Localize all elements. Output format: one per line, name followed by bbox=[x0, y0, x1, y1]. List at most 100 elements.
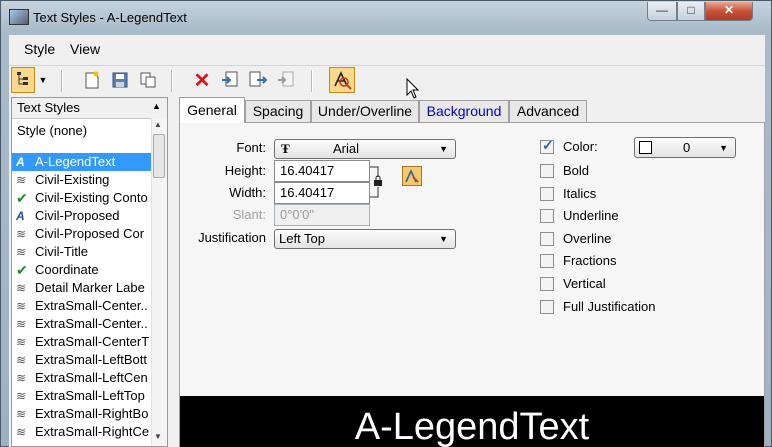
layers-icon: ≋ bbox=[16, 389, 27, 403]
list-item-label: Civil-Proposed Cor bbox=[35, 226, 145, 241]
save-button[interactable] bbox=[107, 67, 133, 93]
option-checkbox[interactable] bbox=[540, 299, 554, 314]
list-item[interactable]: ≋ Detail Marker Labe bbox=[12, 279, 152, 297]
tab-strip: General Spacing Under/Overline Backgroun… bbox=[179, 97, 769, 123]
slant-label: Slant: bbox=[232, 207, 266, 222]
match-text-button[interactable] bbox=[329, 67, 355, 93]
list-item[interactable]: ≋ Civil-Title bbox=[12, 243, 152, 261]
list-item[interactable]: ≋ ExtraSmall-LeftCen bbox=[12, 369, 152, 387]
tab-general[interactable]: General bbox=[179, 97, 245, 123]
layers-icon: ≋ bbox=[16, 281, 27, 295]
list-item[interactable]: ✔ Coordinate bbox=[12, 261, 152, 279]
list-item[interactable]: A A-LegendText bbox=[12, 153, 152, 171]
close-button[interactable]: ✕ bbox=[705, 2, 753, 21]
menu-view[interactable]: View bbox=[70, 41, 100, 57]
color-label: Color: bbox=[563, 139, 598, 154]
color-value: 0 bbox=[683, 140, 691, 155]
checkmark-icon: ✔ bbox=[16, 262, 28, 278]
list-item[interactable]: A Civil-Proposed bbox=[12, 207, 152, 225]
list-item-label: Civil-Title bbox=[35, 244, 88, 259]
option-label: Overline bbox=[563, 230, 612, 246]
list-item[interactable]: ≋ ExtraSmall-Center.. bbox=[12, 297, 152, 315]
match-size-icon bbox=[405, 169, 419, 183]
list-item-label: Civil-Existing Conto bbox=[35, 190, 148, 205]
layers-icon: ≋ bbox=[16, 407, 27, 421]
height-field[interactable]: 16.40417 bbox=[274, 160, 370, 182]
option-checkbox[interactable] bbox=[540, 186, 554, 201]
scroll-thumb[interactable] bbox=[153, 134, 165, 178]
option-checkbox[interactable] bbox=[540, 209, 554, 224]
layers-icon: ≋ bbox=[16, 425, 27, 439]
menu-style[interactable]: Style bbox=[24, 41, 55, 57]
layers-icon: ≋ bbox=[16, 245, 27, 259]
tab-under-overline[interactable]: Under/Overline bbox=[311, 100, 419, 122]
tree-icon bbox=[17, 72, 28, 85]
chevron-down-icon: ▼ bbox=[439, 144, 448, 154]
tab-spacing[interactable]: Spacing bbox=[245, 100, 311, 122]
list-item[interactable]: ≋ ExtraSmall-RightBo bbox=[12, 405, 152, 423]
layers-icon: ≋ bbox=[16, 227, 27, 241]
delete-icon: ✕ bbox=[193, 69, 211, 92]
text-style-icon: A bbox=[16, 155, 25, 169]
app-icon bbox=[9, 9, 29, 25]
option-checkbox[interactable] bbox=[540, 164, 554, 178]
list-item[interactable]: ✔ Civil-Existing Conto bbox=[12, 189, 152, 207]
new-style-button[interactable] bbox=[79, 67, 105, 93]
list-item[interactable]: ≋ ExtraSmall-LeftBott bbox=[12, 351, 152, 369]
list-item[interactable]: ≋ Civil-Existing bbox=[12, 171, 152, 189]
match-size-button[interactable] bbox=[402, 166, 422, 186]
color-dropdown[interactable]: 0 ▼ bbox=[634, 137, 736, 158]
list-item[interactable]: ≋ ExtraSmall-RightCe bbox=[12, 423, 152, 441]
window-title: Text Styles - A-LegendText bbox=[33, 10, 187, 25]
truetype-font-icon: Ŧ bbox=[281, 141, 290, 156]
preview-area: A-LegendText bbox=[180, 396, 764, 447]
font-dropdown[interactable]: Ŧ Arial ▼ bbox=[274, 139, 456, 159]
delete-button[interactable]: ✕ bbox=[189, 67, 215, 93]
menu-bar: Style View bbox=[9, 35, 765, 63]
list-item-label: Detail Marker Labe bbox=[35, 280, 145, 295]
list-item-label: A-LegendText bbox=[35, 154, 116, 169]
title-bar[interactable]: Text Styles - A-LegendText — □ ✕ bbox=[1, 1, 771, 33]
option-label: Fractions bbox=[563, 253, 617, 269]
option-checkbox[interactable] bbox=[540, 277, 554, 291]
import-button[interactable] bbox=[217, 67, 243, 93]
import-icon bbox=[222, 71, 238, 87]
option-checkbox[interactable] bbox=[540, 231, 554, 246]
list-item[interactable]: ≋ ExtraSmall-LeftTop bbox=[12, 387, 152, 405]
scroll-up-icon[interactable]: ▲ bbox=[154, 120, 162, 129]
text-style-icon: A bbox=[16, 209, 25, 223]
color-checkbox[interactable]: ✓ bbox=[540, 137, 554, 154]
justification-value: Left Top bbox=[279, 231, 326, 246]
list-header[interactable]: Text Styles ▲ bbox=[12, 98, 167, 119]
style-none-item[interactable]: Style (none) bbox=[17, 123, 87, 138]
save-as-button[interactable] bbox=[135, 67, 161, 93]
justification-dropdown[interactable]: Left Top ▼ bbox=[274, 229, 456, 249]
layers-icon: ≋ bbox=[16, 173, 27, 187]
list-item-label: ExtraSmall-Center.. bbox=[35, 298, 148, 313]
list-item[interactable]: ≋ ExtraSmall-CenterT bbox=[12, 333, 152, 351]
option-label: Vertical bbox=[563, 276, 606, 291]
list-item[interactable]: ≋ Civil-Proposed Cor bbox=[12, 225, 152, 243]
export-button[interactable] bbox=[245, 67, 271, 93]
update-button[interactable] bbox=[273, 67, 299, 93]
tree-view-button[interactable] bbox=[11, 67, 35, 93]
list-item[interactable]: ≋ ExtraSmall-Center.. bbox=[12, 315, 152, 333]
checkmark-icon: ✔ bbox=[16, 190, 28, 206]
scroll-down-icon[interactable]: ▼ bbox=[154, 432, 162, 441]
preview-text: A-LegendText bbox=[354, 406, 590, 447]
layers-icon: ≋ bbox=[16, 335, 27, 349]
tab-advanced[interactable]: Advanced bbox=[509, 100, 587, 122]
view-dropdown-button[interactable]: ▼ bbox=[35, 67, 51, 93]
checkmark-icon: ✓ bbox=[542, 137, 554, 153]
width-field[interactable]: 16.40417 bbox=[274, 182, 370, 204]
list-header-label: Text Styles bbox=[17, 100, 80, 115]
minimize-button[interactable]: — bbox=[647, 2, 677, 21]
aspect-lock-icon[interactable] bbox=[370, 163, 384, 201]
slant-field[interactable]: 0°0'0" bbox=[274, 204, 370, 226]
color-swatch bbox=[639, 141, 652, 154]
tab-background[interactable]: Background bbox=[419, 100, 509, 122]
list-scrollbar[interactable]: ▲ ▼ bbox=[151, 118, 167, 446]
maximize-button[interactable]: □ bbox=[677, 2, 705, 21]
option-checkbox[interactable] bbox=[540, 254, 554, 269]
copy-document-icon bbox=[140, 72, 156, 88]
